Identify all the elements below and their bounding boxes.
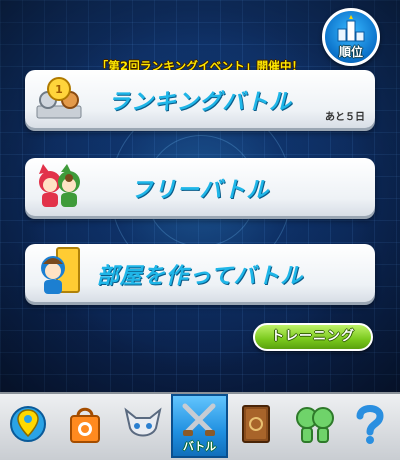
tab-book[interactable] — [228, 394, 285, 458]
map-pin-icon — [10, 406, 46, 442]
friends-icon — [296, 407, 334, 443]
tab-home[interactable] — [0, 394, 57, 458]
training-button[interactable]: トレーニング — [253, 323, 373, 351]
tab-other[interactable] — [342, 394, 399, 458]
bottom-tab-bar: バトル — [0, 392, 400, 460]
crossed-swords-icon — [182, 403, 216, 436]
room-battle-label: 部屋を作ってバトル — [96, 264, 304, 289]
room-battle-button[interactable]: 部屋を作ってバトル — [25, 244, 375, 302]
question-icon — [356, 405, 384, 444]
ranking-battle-label: ランキングバトル — [107, 90, 292, 115]
monster-icon — [124, 407, 162, 437]
free-battle-button[interactable]: フリーバトル — [25, 158, 375, 216]
tab-battle[interactable]: バトル — [171, 394, 228, 458]
tab-shop[interactable] — [57, 394, 114, 458]
book-icon — [242, 405, 270, 443]
shopping-bag-icon — [70, 407, 100, 443]
trophy-ranking-icon — [337, 15, 365, 42]
tab-friends[interactable] — [285, 394, 342, 458]
free-battle-label: フリーバトル — [130, 178, 270, 203]
ranking-remaining-days: あと５日 — [325, 112, 365, 123]
ranking-battle-button[interactable]: 1 ランキングバトル あと５日 — [25, 70, 375, 128]
tab-monsters[interactable] — [114, 394, 171, 458]
tab-battle-label: バトル — [182, 440, 217, 453]
